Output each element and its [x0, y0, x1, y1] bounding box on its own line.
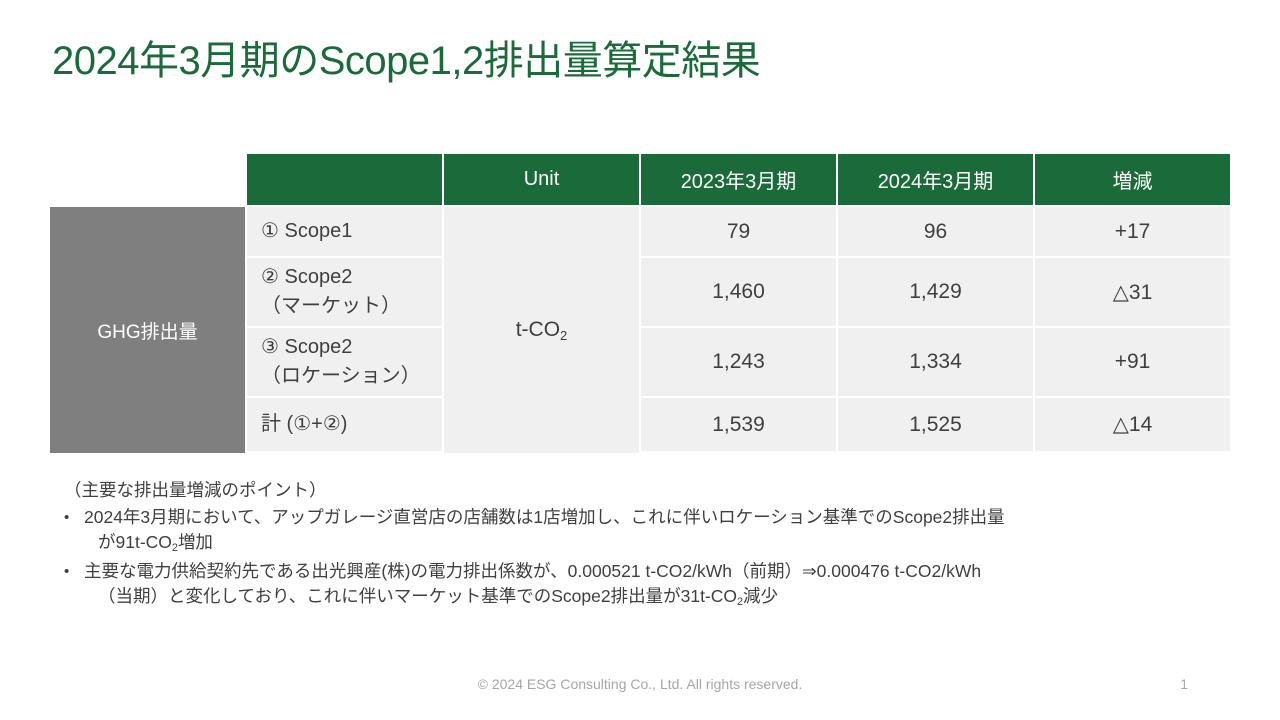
- note-bullet-2: • 主要な電力供給契約先である出光興産(株)の電力排出係数が、0.000521 …: [58, 559, 1248, 613]
- notes-heading: （主要な排出量増減のポイント）: [64, 480, 327, 500]
- note-b1-l2-pre: が91t-CO: [98, 532, 172, 552]
- note-bullet-2-text: 主要な電力供給契約先である出光興産(株)の電力排出係数が、0.000521 t-…: [84, 559, 1248, 613]
- value-scope2-location-change: +91: [1035, 328, 1230, 398]
- row-group-label-ghg: GHG排出量: [50, 207, 247, 453]
- note-bullet-1: • 2024年3月期において、アップガレージ直営店の店舗数は1店増加し、これに伴…: [58, 505, 1248, 559]
- value-total-fy2024: 1,525: [838, 398, 1035, 453]
- header-cell-unit: Unit: [444, 154, 641, 207]
- value-scope1-fy2024: 96: [838, 207, 1035, 258]
- row-label-line1: ② Scope2: [261, 266, 353, 288]
- value-scope1-fy2023: 79: [641, 207, 838, 258]
- bullet-marker-icon: •: [64, 508, 70, 526]
- value-total-change: △14: [1035, 398, 1230, 453]
- header-cell-blank: [50, 154, 247, 207]
- value-scope2-location-fy2023: 1,243: [641, 328, 838, 398]
- note-b1-l2-subscript: 2: [171, 542, 178, 555]
- note-b2-l2-subscript: 2: [737, 596, 744, 609]
- note-b2-l2-pre: （当期）と変化しており、これに伴いマーケット基準でのScope2排出量が31t-…: [98, 586, 738, 606]
- table-header-row: Unit 2023年3月期 2024年3月期 増減: [50, 154, 1230, 207]
- page-number: 1: [1180, 676, 1188, 692]
- emissions-table-container: Unit 2023年3月期 2024年3月期 増減 GHG排出量 ① Scope…: [50, 154, 1230, 453]
- row-label-line2: （マーケット）: [261, 295, 401, 317]
- header-cell-fy2023: 2023年3月期: [641, 154, 838, 207]
- note-bullet-1-line1: 2024年3月期において、アップガレージ直営店の店舗数は1店増加し、これに伴いロ…: [84, 506, 1005, 527]
- unit-subscript: 2: [560, 327, 568, 343]
- value-scope1-change: +17: [1035, 207, 1230, 258]
- page-title: 2024年3月期のScope1,2排出量算定結果: [52, 39, 761, 83]
- note-b2-l2-post: 減少: [743, 586, 779, 606]
- value-scope2-location-fy2024: 1,334: [838, 328, 1035, 398]
- table-row: GHG排出量 ① Scope1 t-CO2 79 96 +17: [50, 207, 1230, 453]
- note-bullet-2-line2: （当期）と変化しており、これに伴いマーケット基準でのScope2排出量が31t-…: [84, 584, 1248, 613]
- note-b1-l2-post: 増加: [177, 532, 213, 552]
- row-label-scope1: ① Scope1: [247, 207, 444, 258]
- row-label-line1: ③ Scope2: [261, 336, 353, 358]
- notes-section: （主要な排出量増減のポイント） • 2024年3月期において、アップガレージ直営…: [58, 478, 1248, 613]
- unit-text: t-CO: [515, 318, 561, 341]
- header-cell-change: 増減: [1035, 154, 1230, 207]
- note-bullet-1-text: 2024年3月期において、アップガレージ直営店の店舗数は1店増加し、これに伴いロ…: [84, 505, 1248, 559]
- value-scope2-market-change: △31: [1035, 258, 1230, 328]
- emissions-table: Unit 2023年3月期 2024年3月期 増減 GHG排出量 ① Scope…: [50, 154, 1230, 453]
- row-label-scope2-location: ③ Scope2 （ロケーション）: [247, 328, 444, 398]
- note-bullet-2-line1: 主要な電力供給契約先である出光興産(株)の電力排出係数が、0.000521 t-…: [84, 560, 982, 581]
- row-label-scope2-market: ② Scope2 （マーケット）: [247, 258, 444, 328]
- row-label-line2: （ロケーション）: [261, 365, 421, 387]
- footer-copyright: © 2024 ESG Consulting Co., Ltd. All righ…: [477, 676, 803, 692]
- note-bullet-1-line2: が91t-CO2増加: [84, 530, 1248, 559]
- row-label-total: 計 (①+②): [247, 398, 444, 453]
- value-total-fy2023: 1,539: [641, 398, 838, 453]
- unit-value: t-CO2: [444, 207, 641, 453]
- bullet-marker-icon: •: [64, 562, 70, 580]
- header-cell-category: [247, 154, 444, 207]
- value-scope2-market-fy2024: 1,429: [838, 258, 1035, 328]
- header-cell-fy2024: 2024年3月期: [838, 154, 1035, 207]
- value-scope2-market-fy2023: 1,460: [641, 258, 838, 328]
